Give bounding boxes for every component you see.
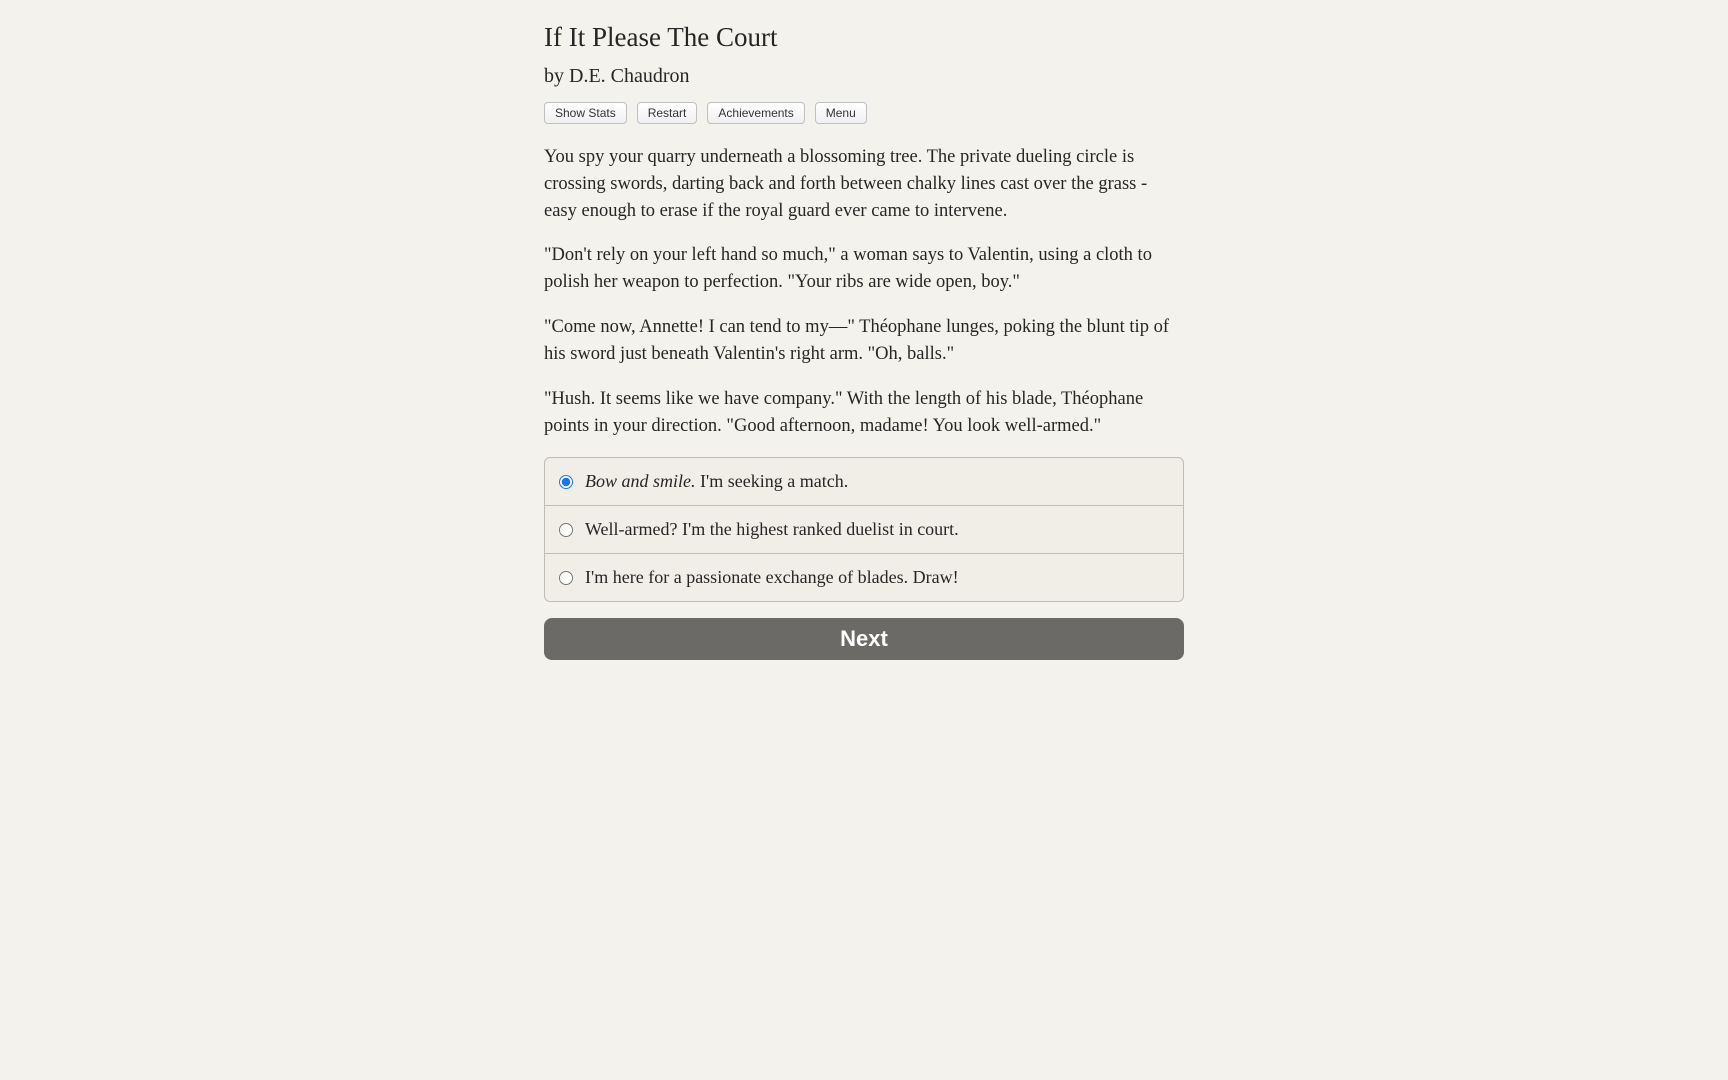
story-paragraph: You spy your quarry underneath a blossom… — [544, 144, 1184, 224]
achievements-button[interactable]: Achievements — [707, 102, 804, 124]
choice-text-1: Well-armed? I'm the highest ranked dueli… — [585, 519, 959, 540]
choice-text-0: Bow and smile. I'm seeking a match. — [585, 471, 848, 492]
next-button[interactable]: Next — [544, 618, 1184, 660]
story-paragraph: "Come now, Annette! I can tend to my—" T… — [544, 314, 1184, 368]
choice-radio-2[interactable] — [559, 571, 573, 585]
choice-option-0[interactable]: Bow and smile. I'm seeking a match. — [545, 458, 1183, 506]
story-paragraph: "Hush. It seems like we have company." W… — [544, 386, 1184, 440]
choice-radio-1[interactable] — [559, 523, 573, 537]
page-title: If It Please The Court — [544, 22, 1184, 53]
show-stats-button[interactable]: Show Stats — [544, 102, 627, 124]
choice-option-1[interactable]: Well-armed? I'm the highest ranked dueli… — [545, 506, 1183, 554]
restart-button[interactable]: Restart — [637, 102, 698, 124]
choice-text-2: I'm here for a passionate exchange of bl… — [585, 567, 959, 588]
toolbar: Show Stats Restart Achievements Menu — [544, 102, 1184, 124]
story-paragraph: "Don't rely on your left hand so much," … — [544, 242, 1184, 296]
choice-option-2[interactable]: I'm here for a passionate exchange of bl… — [545, 554, 1183, 601]
author-line: by D.E. Chaudron — [544, 65, 1184, 88]
choice-list: Bow and smile. I'm seeking a match. Well… — [544, 457, 1184, 602]
menu-button[interactable]: Menu — [815, 102, 867, 124]
choice-radio-0[interactable] — [559, 475, 573, 489]
